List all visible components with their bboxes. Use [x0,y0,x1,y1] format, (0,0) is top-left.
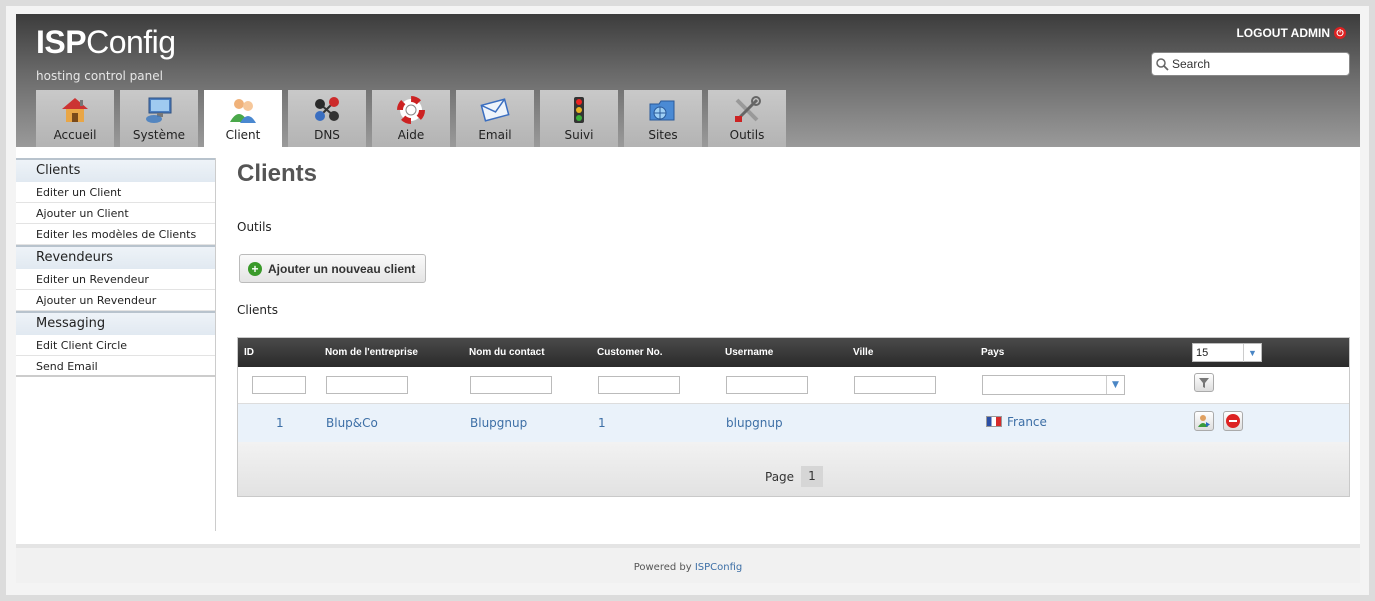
tab-client[interactable]: Client [204,90,282,147]
power-icon: ⏻ [1334,27,1346,39]
logout-label: LOGOUT ADMIN [1236,26,1330,40]
network-icon [311,95,343,125]
filter-customer-no-input[interactable] [598,376,680,394]
add-client-button[interactable]: + Ajouter un nouveau client [239,254,427,283]
tab-label: DNS [314,128,340,142]
sidebar-item-ajouter-revendeur[interactable]: Ajouter un Revendeur [16,290,215,311]
page-size-value: 15 [1196,347,1209,359]
search-input[interactable] [1172,57,1342,71]
sidebar-item-editer-client[interactable]: Editer un Client [16,182,215,203]
logout-link[interactable]: LOGOUT ADMIN ⏻ [1236,26,1346,40]
tab-label: Client [225,128,261,142]
pager: Page 1 [238,442,1349,496]
tab-label: Aide [397,128,425,142]
delete-icon [1226,414,1240,428]
cell-customer-no[interactable]: 1 [598,416,606,430]
folder-globe-icon [647,95,679,125]
logo-rest: Config [86,24,176,60]
tab-aide[interactable]: Aide [372,90,450,147]
search-box [1151,52,1350,76]
sidebar-item-ajouter-client[interactable]: Ajouter un Client [16,203,215,224]
france-flag-icon [986,416,1002,427]
tab-systeme[interactable]: Système [120,90,198,147]
chevron-down-icon: ▼ [1243,344,1261,362]
logo-bold: ISP [36,24,87,60]
add-icon: + [248,261,262,276]
sidebar: Clients Editer un Client Ajouter un Clie… [16,158,216,531]
table-header: ID Nom de l'entreprise Nom du contact Cu… [238,338,1349,367]
lifebuoy-icon [395,95,427,125]
column-header-city[interactable]: Ville [853,347,873,358]
tab-label: Email [478,128,512,142]
tab-sites[interactable]: Sites [624,90,702,147]
cell-contact[interactable]: Blupgnup [470,416,527,430]
main-tabs: Accueil Système Client DNS Aide Email Su… [36,90,786,147]
tab-label: Suivi [564,128,594,142]
footer-prefix: Powered by [633,562,692,573]
filter-button[interactable] [1194,373,1214,392]
logo[interactable]: ISPConfig [36,24,176,61]
column-header-username[interactable]: Username [725,347,773,358]
filter-city-input[interactable] [854,376,936,394]
envelope-icon [479,95,511,125]
delete-client-button[interactable] [1223,411,1243,431]
home-icon [59,95,91,125]
cell-company[interactable]: Blup&Co [326,416,378,430]
cell-country[interactable]: France [986,415,1047,429]
add-client-label: Ajouter un nouveau client [268,261,416,276]
footer: Powered by ISPConfig [16,544,1360,583]
column-header-company[interactable]: Nom de l'entreprise [325,347,418,358]
computer-icon [143,95,175,125]
sidebar-item-modeles-clients[interactable]: Editer les modèles de Clients [16,224,215,245]
funnel-icon [1199,378,1209,388]
pager-page-1[interactable]: 1 [801,466,823,487]
main-content: Clients Outils + Ajouter un nouveau clie… [237,158,1350,497]
filter-company-input[interactable] [326,376,408,394]
filter-contact-input[interactable] [470,376,552,394]
pager-label: Page [765,470,795,484]
tab-label: Outils [729,128,765,142]
tab-accueil[interactable]: Accueil [36,90,114,147]
column-header-contact[interactable]: Nom du contact [469,347,545,358]
column-header-customer-no[interactable]: Customer No. [597,347,663,358]
table-row: 1 Blup&Co Blupgnup 1 blupgnup France [238,404,1349,442]
sidebar-item-editer-revendeur[interactable]: Editer un Revendeur [16,269,215,290]
tab-label: Système [132,128,186,142]
page-size-select[interactable]: 15 ▼ [1192,343,1262,362]
sidebar-item-client-circle[interactable]: Edit Client Circle [16,335,215,356]
footer-brand-link[interactable]: ISPConfig [695,562,742,573]
sidebar-item-send-email[interactable]: Send Email [16,356,215,377]
tab-outils[interactable]: Outils [708,90,786,147]
tagline: hosting control panel [36,69,163,83]
country-label: France [1007,415,1047,429]
tab-label: Accueil [53,128,97,142]
search-icon [1156,57,1169,71]
sidebar-section-messaging: Messaging [16,311,215,335]
traffic-light-icon [563,95,595,125]
filter-id-input[interactable] [252,376,306,394]
filter-username-input[interactable] [726,376,808,394]
header: ISPConfig hosting control panel LOGOUT A… [16,14,1360,147]
sidebar-section-clients: Clients [16,158,215,182]
chevron-down-icon: ▼ [1106,376,1124,394]
page-title: Clients [237,160,318,187]
column-header-id[interactable]: ID [244,347,254,358]
tools-icon [731,95,763,125]
user-login-icon [1198,415,1210,427]
login-as-client-button[interactable] [1194,411,1214,431]
clients-list-label: Clients [237,303,278,317]
filter-country-select[interactable]: ▼ [982,375,1125,395]
cell-username[interactable]: blupgnup [726,416,783,430]
tab-email[interactable]: Email [456,90,534,147]
sidebar-section-revendeurs: Revendeurs [16,245,215,269]
tab-label: Sites [648,128,678,142]
tab-dns[interactable]: DNS [288,90,366,147]
users-icon [227,95,259,125]
filter-row: ▼ [238,367,1349,404]
cell-id[interactable]: 1 [276,416,284,430]
tab-suivi[interactable]: Suivi [540,90,618,147]
column-header-country[interactable]: Pays [981,347,1004,358]
tools-label: Outils [237,220,272,234]
clients-table: ID Nom de l'entreprise Nom du contact Cu… [237,337,1350,497]
